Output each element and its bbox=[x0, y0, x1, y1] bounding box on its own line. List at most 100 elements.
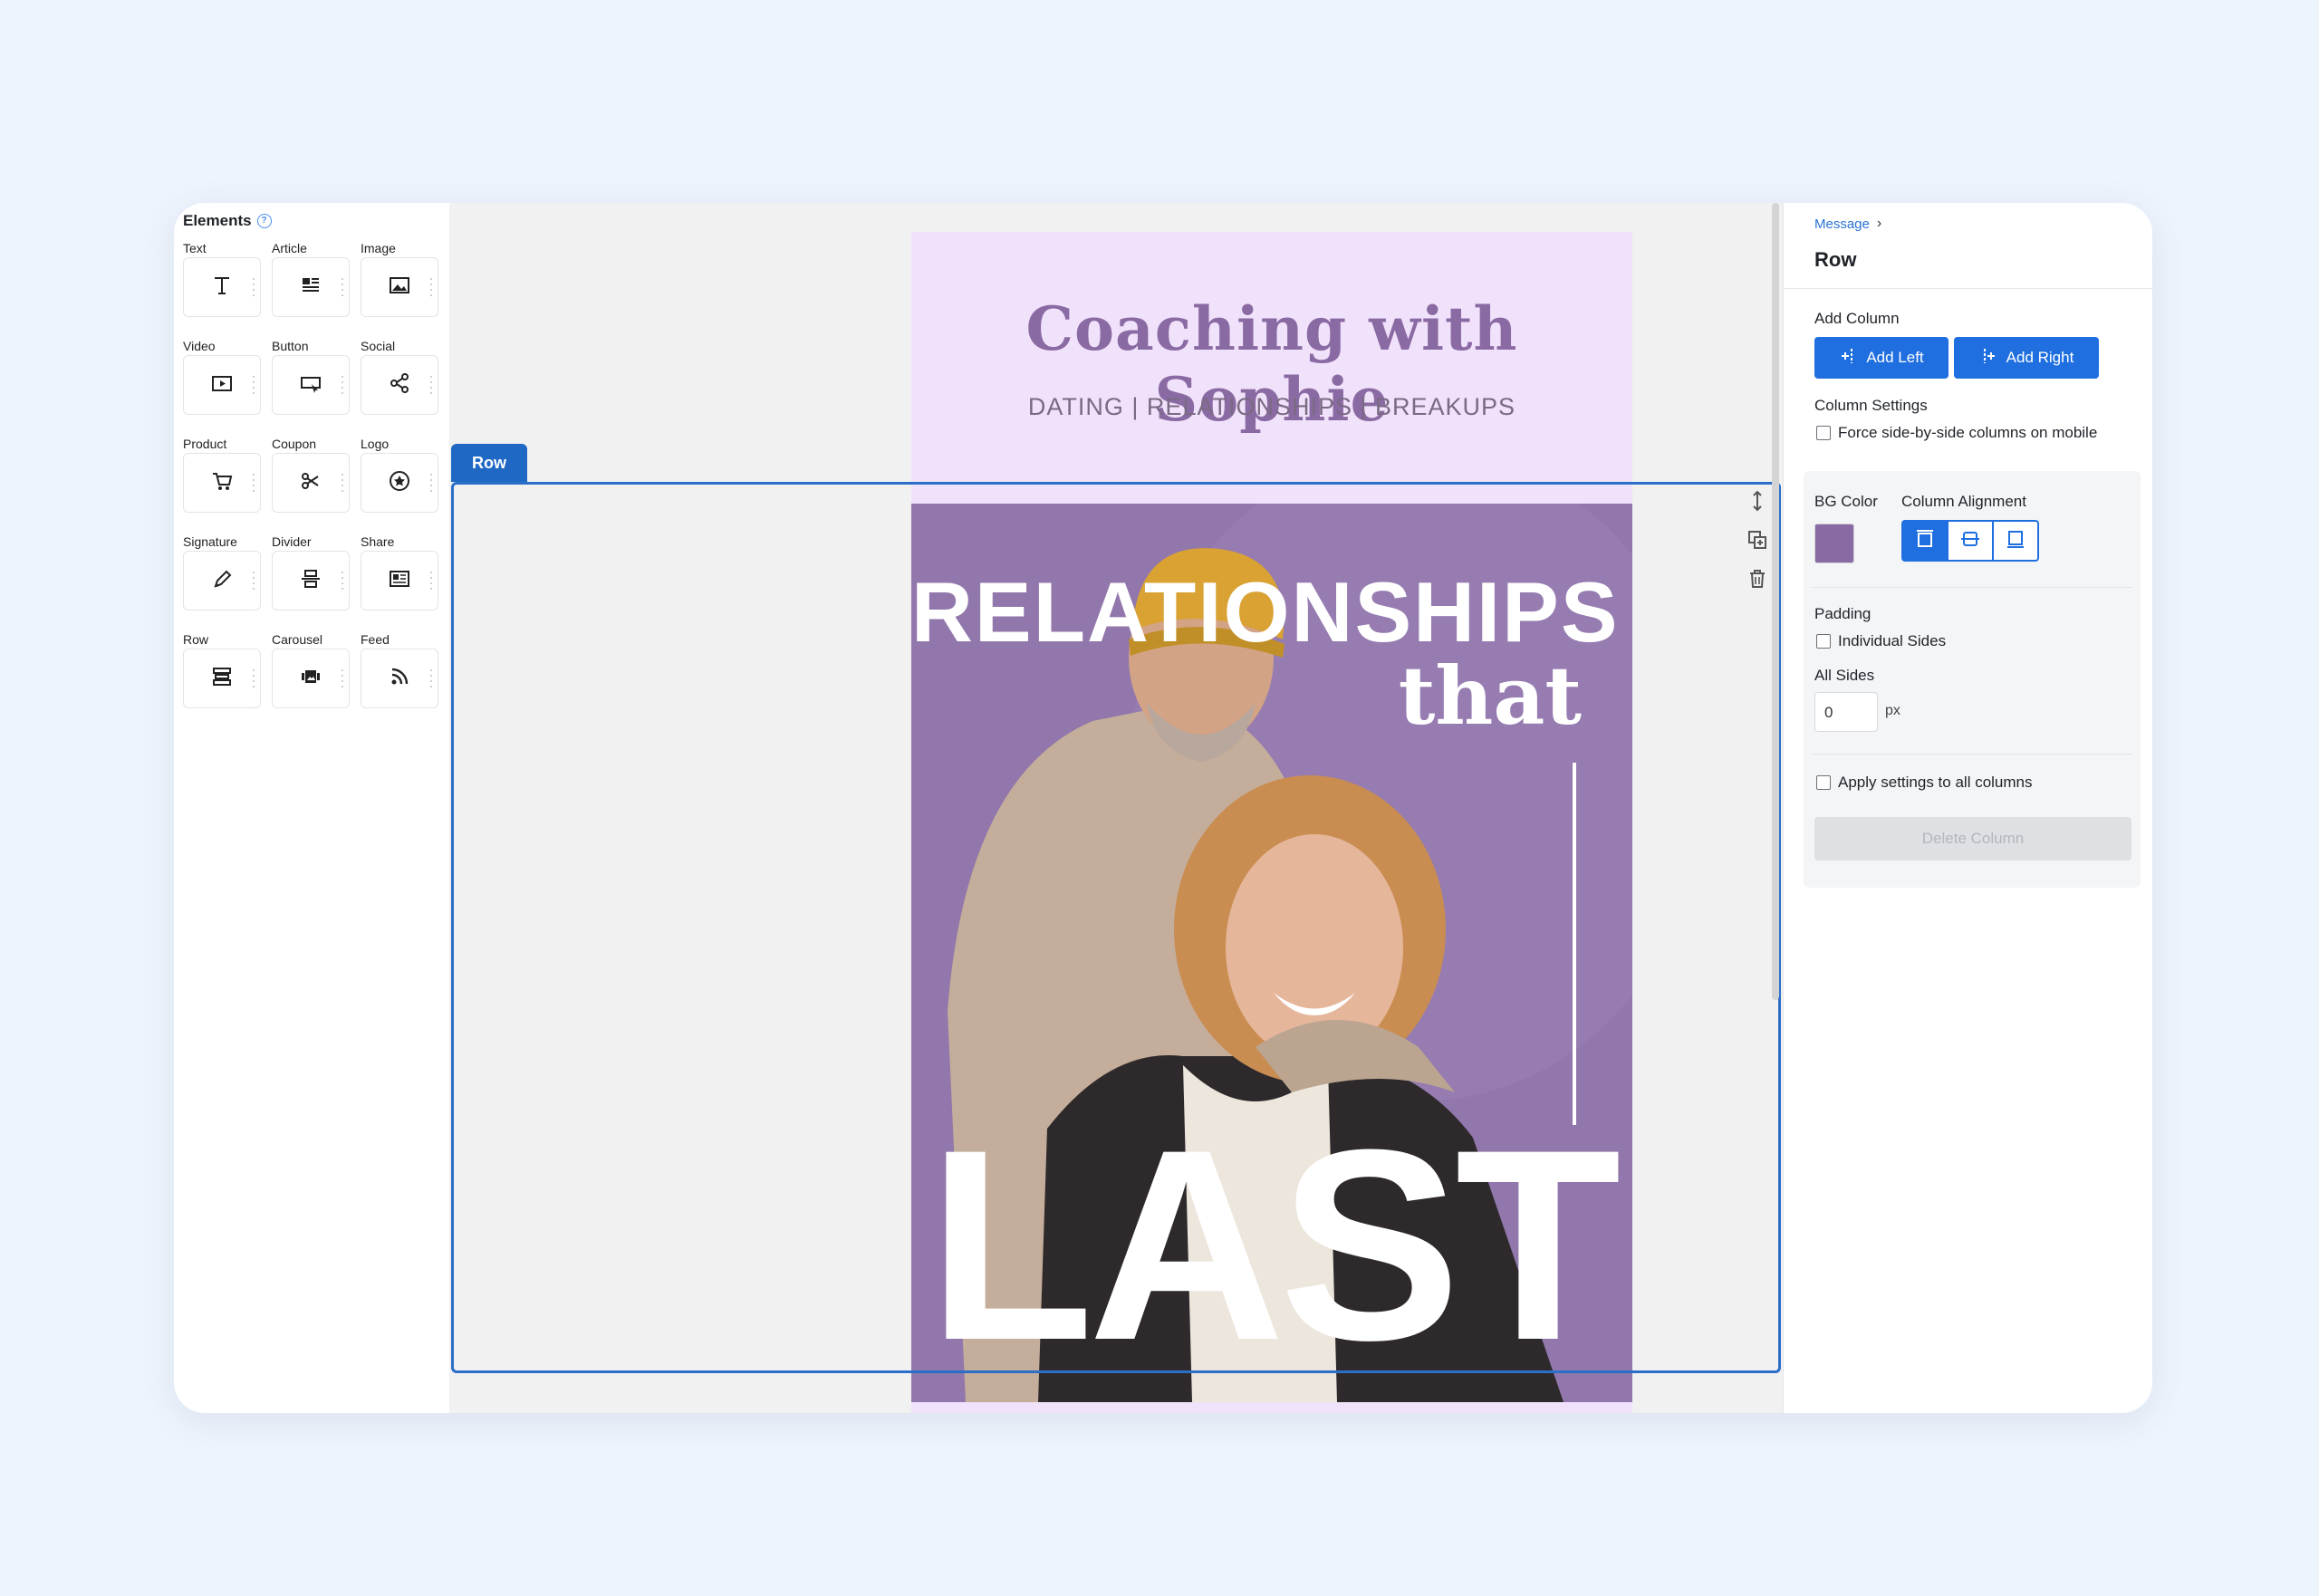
bg-color-label: BG Color bbox=[1814, 493, 1878, 510]
elements-grid: Text Article Image Video Button Social P… bbox=[183, 239, 449, 728]
image-icon bbox=[386, 272, 413, 303]
element-label: Carousel bbox=[272, 632, 323, 647]
align-middle-icon bbox=[1958, 527, 1982, 555]
element-label: Row bbox=[183, 632, 209, 647]
element-label: Text bbox=[183, 241, 207, 255]
breadcrumb: Message › bbox=[1814, 216, 1881, 232]
element-label: Signature bbox=[183, 534, 237, 549]
element-social[interactable]: Social bbox=[361, 337, 449, 435]
column-settings-card: BG Color Column Alignment Padding Indivi… bbox=[1804, 471, 2141, 888]
element-video[interactable]: Video bbox=[183, 337, 272, 435]
apply-all-columns-checkbox[interactable]: Apply settings to all columns bbox=[1816, 774, 2033, 792]
individual-sides-checkbox[interactable]: Individual Sides bbox=[1816, 632, 1946, 650]
element-product[interactable]: Product bbox=[183, 435, 272, 533]
all-sides-label: All Sides bbox=[1814, 667, 1875, 684]
duplicate-icon[interactable] bbox=[1746, 528, 1769, 556]
cart-icon bbox=[208, 467, 236, 499]
add-left-icon bbox=[1839, 347, 1857, 370]
checkbox-box[interactable] bbox=[1816, 775, 1831, 790]
panel-title: Row bbox=[1814, 248, 1857, 271]
canvas-scrollbar[interactable] bbox=[1772, 203, 1779, 1000]
element-coupon[interactable]: Coupon bbox=[272, 435, 361, 533]
all-sides-input[interactable]: 0 bbox=[1814, 692, 1878, 732]
apply-all-columns-label: Apply settings to all columns bbox=[1838, 774, 2033, 791]
add-left-button[interactable]: Add Left bbox=[1814, 337, 1949, 379]
element-feed[interactable]: Feed bbox=[361, 630, 449, 728]
align-middle-button[interactable] bbox=[1947, 520, 1994, 562]
element-article[interactable]: Article bbox=[272, 239, 361, 337]
elements-header: Elements ? bbox=[183, 212, 272, 230]
divider-icon bbox=[297, 565, 324, 597]
align-bottom-button[interactable] bbox=[1992, 520, 2039, 562]
logo-icon bbox=[386, 467, 413, 499]
email-canvas[interactable]: Coaching with Sophie DATING | RELATIONSH… bbox=[449, 203, 1783, 1413]
column-settings-label: Column Settings bbox=[1814, 397, 1928, 414]
card-divider bbox=[1813, 587, 2131, 588]
column-alignment-group bbox=[1901, 520, 2039, 562]
newspaper-icon bbox=[386, 565, 413, 597]
element-logo[interactable]: Logo bbox=[361, 435, 449, 533]
row-tag[interactable]: Row bbox=[451, 444, 527, 482]
pen-icon bbox=[208, 565, 236, 597]
delete-column-button[interactable]: Delete Column bbox=[1814, 817, 2131, 860]
email-editor-window: Elements ? Text Article Image Video Butt… bbox=[174, 203, 2152, 1413]
force-side-by-side-checkbox[interactable]: Force side-by-side columns on mobile bbox=[1816, 424, 2097, 442]
chevron-right-icon: › bbox=[1876, 216, 1882, 231]
move-icon[interactable] bbox=[1746, 489, 1769, 517]
trash-icon[interactable] bbox=[1746, 567, 1769, 595]
element-carousel[interactable]: Carousel bbox=[272, 630, 361, 728]
elements-panel: Elements ? Text Article Image Video Butt… bbox=[174, 203, 450, 1413]
element-row[interactable]: Row bbox=[183, 630, 272, 728]
add-column-label: Add Column bbox=[1814, 310, 1900, 327]
padding-unit: px bbox=[1885, 703, 1900, 718]
bg-color-swatch[interactable] bbox=[1814, 524, 1854, 563]
align-top-button[interactable] bbox=[1901, 520, 1949, 562]
add-left-label: Add Left bbox=[1866, 349, 1924, 366]
element-label: Divider bbox=[272, 534, 312, 549]
row-icon bbox=[208, 663, 236, 695]
add-right-label: Add Right bbox=[2006, 349, 2074, 366]
article-icon bbox=[297, 272, 324, 303]
checkbox-box[interactable] bbox=[1816, 426, 1831, 440]
element-label: Social bbox=[361, 339, 396, 353]
align-bottom-icon bbox=[2004, 527, 2027, 555]
element-label: Feed bbox=[361, 632, 390, 647]
checkbox-box[interactable] bbox=[1816, 634, 1831, 649]
column-alignment-label: Column Alignment bbox=[1901, 493, 2026, 510]
share-icon bbox=[386, 370, 413, 401]
element-label: Video bbox=[183, 339, 216, 353]
card-divider bbox=[1813, 754, 2131, 755]
element-share[interactable]: Share bbox=[361, 533, 449, 630]
padding-label: Padding bbox=[1814, 605, 1872, 622]
element-label: Share bbox=[361, 534, 395, 549]
add-right-icon bbox=[1979, 347, 1997, 370]
element-image[interactable]: Image bbox=[361, 239, 449, 337]
carousel-icon bbox=[297, 663, 324, 695]
force-side-by-side-label: Force side-by-side columns on mobile bbox=[1838, 424, 2098, 441]
settings-panel: Message › Row Add Column Add Left Add Ri… bbox=[1783, 203, 2152, 1413]
individual-sides-label: Individual Sides bbox=[1838, 632, 1947, 649]
button-icon bbox=[297, 370, 324, 401]
align-top-icon bbox=[1913, 527, 1937, 555]
element-label: Article bbox=[272, 241, 307, 255]
text-icon bbox=[208, 272, 236, 303]
scissors-icon bbox=[297, 467, 324, 499]
email-header-subtitle[interactable]: DATING | RELATIONSHIPS | BREAKUPS bbox=[911, 393, 1632, 421]
breadcrumb-message-link[interactable]: Message bbox=[1814, 216, 1870, 232]
element-label: Image bbox=[361, 241, 396, 255]
element-button[interactable]: Button bbox=[272, 337, 361, 435]
video-icon bbox=[208, 370, 236, 401]
add-right-button[interactable]: Add Right bbox=[1954, 337, 2099, 379]
element-divider[interactable]: Divider bbox=[272, 533, 361, 630]
selected-row-outline[interactable] bbox=[451, 482, 1781, 1373]
element-text[interactable]: Text bbox=[183, 239, 272, 337]
help-icon[interactable]: ? bbox=[256, 214, 272, 228]
panel-divider bbox=[1784, 288, 2152, 289]
element-label: Logo bbox=[361, 437, 390, 451]
element-label: Product bbox=[183, 437, 227, 451]
elements-title: Elements bbox=[183, 212, 252, 229]
row-toolbar bbox=[1739, 489, 1775, 598]
rss-icon bbox=[386, 663, 413, 695]
element-signature[interactable]: Signature bbox=[183, 533, 272, 630]
element-label: Button bbox=[272, 339, 309, 353]
